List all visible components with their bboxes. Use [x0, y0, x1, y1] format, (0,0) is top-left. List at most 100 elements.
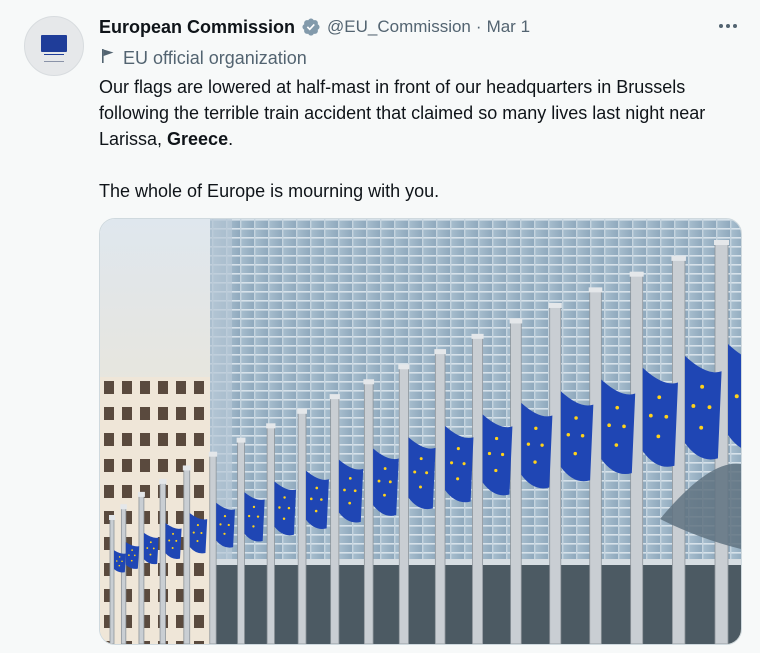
flag-star	[526, 442, 531, 446]
eu-flag	[728, 344, 741, 448]
flagpole-cap	[120, 504, 127, 510]
flagpole	[549, 306, 562, 644]
flag-star	[146, 547, 149, 549]
flagpole-cap	[363, 379, 375, 385]
flag-star	[656, 434, 661, 439]
eu-logo-icon	[39, 31, 69, 62]
flag-star	[196, 539, 199, 543]
flagpole	[330, 397, 340, 644]
flag-star	[223, 514, 227, 518]
flag-star	[252, 505, 256, 509]
flag-star	[131, 549, 133, 551]
flag-star	[256, 515, 260, 518]
flag-star	[171, 546, 174, 549]
flagpole-cap	[588, 287, 603, 293]
flag-star	[413, 470, 417, 474]
photo-scene	[100, 219, 741, 644]
flag-star	[309, 497, 313, 501]
tweet-photo[interactable]	[99, 218, 742, 645]
flagpole	[589, 290, 602, 644]
flagpole-cap	[548, 302, 562, 308]
separator-dot: ·	[475, 17, 482, 36]
tweet-paragraph-1: Our flags are lowered at half-mast in fr…	[99, 74, 739, 152]
flagpole	[398, 367, 409, 644]
flagpole-cap	[236, 437, 246, 443]
verified-badge-icon[interactable]	[301, 17, 321, 37]
flag-star	[348, 501, 352, 505]
flag-star	[130, 559, 133, 562]
flagpole-cap	[159, 478, 167, 484]
flag-star	[252, 525, 255, 528]
flag-star	[219, 523, 222, 526]
flagpole	[363, 382, 374, 644]
tweet-text: Our flags are lowered at half-mast in fr…	[99, 74, 739, 204]
flag-star	[353, 489, 357, 493]
flagpole	[472, 337, 484, 644]
flag-star	[343, 488, 346, 492]
flagpole-cap	[714, 240, 729, 245]
flag-star	[282, 517, 286, 521]
more-icon[interactable]	[716, 14, 740, 38]
flag-star	[348, 476, 352, 480]
flagpole	[183, 469, 191, 644]
author-name[interactable]: European Commission	[99, 17, 295, 38]
flag-star	[664, 414, 669, 419]
flag-star	[494, 436, 499, 441]
flagpole-cap	[509, 318, 523, 324]
flag-star	[734, 394, 739, 399]
flag-star	[573, 451, 577, 456]
flag-star	[648, 413, 653, 418]
flag-star	[377, 479, 381, 483]
flag-star	[566, 432, 571, 437]
flag-star	[149, 541, 152, 544]
flag-star	[320, 498, 323, 501]
flag-star	[388, 480, 392, 484]
flag-star	[227, 523, 230, 527]
flag-star	[614, 443, 619, 447]
flag-star	[574, 416, 578, 420]
tweet-date[interactable]: Mar 1	[487, 17, 530, 37]
flagpole-cap	[471, 333, 484, 339]
flagpole-cap	[329, 394, 340, 400]
flagpole-cap	[398, 364, 410, 370]
flag-star	[247, 514, 251, 518]
tweet-paragraph-2: The whole of Europe is mourning with you…	[99, 181, 440, 201]
flag-star	[223, 532, 226, 535]
flag-star	[657, 395, 662, 400]
flag-star	[700, 384, 705, 389]
flag-star	[699, 425, 704, 430]
flag-star	[168, 539, 171, 542]
flag-star	[121, 560, 123, 563]
flag-star	[615, 405, 620, 410]
flagpole	[297, 412, 307, 644]
flag-star	[707, 405, 712, 410]
flagpole-cap	[266, 423, 276, 429]
flag-star	[283, 496, 286, 499]
flagpole	[266, 426, 275, 644]
flag-star	[425, 471, 429, 475]
flag-star	[580, 434, 585, 438]
flag-star	[622, 424, 626, 429]
flagpole	[138, 495, 145, 644]
flagpole-cap	[629, 271, 644, 277]
flagpole	[237, 441, 245, 644]
flag-star	[383, 493, 386, 497]
flag-star	[534, 426, 538, 430]
flagpole-cap	[208, 451, 218, 457]
flag-icon	[101, 48, 115, 69]
tweet-card[interactable]: European Commission @EU_Commission · Mar…	[0, 0, 760, 653]
flagpole	[109, 518, 115, 644]
flag-star	[540, 443, 544, 447]
flag-star	[450, 461, 454, 465]
tweet-header: European Commission @EU_Commission · Mar…	[99, 15, 530, 39]
author-handle[interactable]: @EU_Commission	[327, 17, 471, 37]
flagpole	[510, 322, 522, 644]
flag-star	[456, 477, 460, 481]
avatar[interactable]	[24, 16, 84, 76]
flag-star	[175, 539, 178, 542]
flag-star	[128, 554, 130, 556]
flag-star	[118, 556, 121, 558]
flag-star	[456, 447, 460, 451]
tweet-text-end: .	[228, 129, 234, 149]
flagpole	[630, 275, 644, 644]
